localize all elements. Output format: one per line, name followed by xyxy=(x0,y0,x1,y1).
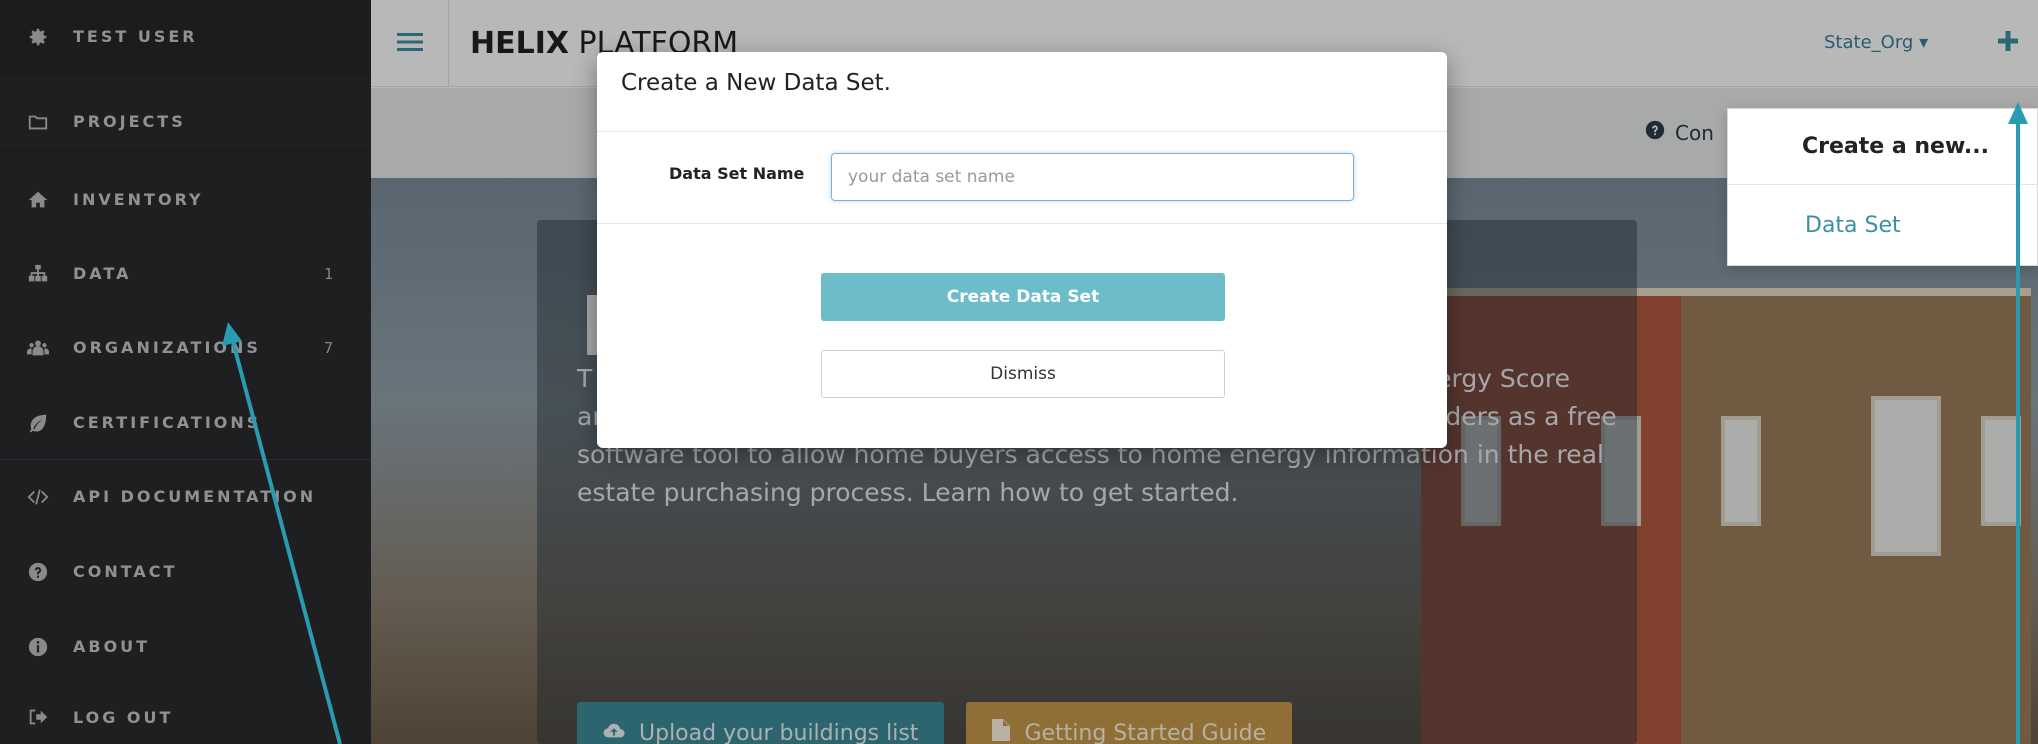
contact-link[interactable]: Con xyxy=(1645,120,1714,145)
create-new-dropdown: Create a new... Data Set xyxy=(1727,108,2038,266)
sidebar-item-label: TEST USER xyxy=(73,27,198,46)
data-set-name-label: Data Set Name xyxy=(669,164,805,183)
sidebar-item-test-user[interactable]: TEST USER xyxy=(0,0,371,74)
organization-selector[interactable]: State_Org ▾ xyxy=(1824,32,1928,53)
sidebar-item-label: INVENTORY xyxy=(73,190,204,209)
create-data-set-button[interactable]: Create Data Set xyxy=(821,273,1225,321)
add-new-button[interactable] xyxy=(1991,26,2025,60)
brand-bold: HELIX xyxy=(470,26,570,61)
organization-name: State_Org xyxy=(1824,32,1914,53)
sidebar-divider xyxy=(0,459,371,460)
leaf-icon xyxy=(27,412,49,434)
sidebar-item-organizations[interactable]: ORGANIZATIONS 7 xyxy=(0,313,371,383)
sidebar-item-label: PROJECTS xyxy=(73,112,186,131)
sidebar-item-inventory[interactable]: INVENTORY xyxy=(0,165,371,235)
house-window xyxy=(1871,396,1941,556)
hamburger-icon xyxy=(396,31,423,57)
users-icon xyxy=(27,337,49,359)
dismiss-button[interactable]: Dismiss xyxy=(821,350,1225,398)
upload-buildings-label: Upload your buildings list xyxy=(639,720,919,744)
organizations-count-badge: 7 xyxy=(323,338,333,357)
hero-buttons: Upload your buildings list Getting Start… xyxy=(577,702,1293,744)
code-icon xyxy=(27,486,49,508)
folder-icon xyxy=(27,111,49,133)
sitemap-icon xyxy=(27,263,49,285)
gear-icon xyxy=(27,26,49,48)
sidebar-item-label: API DOCUMENTATION xyxy=(73,487,317,506)
create-data-set-modal: Create a New Data Set. Data Set Name Cre… xyxy=(597,52,1447,448)
getting-started-guide-button[interactable]: Getting Started Guide xyxy=(966,702,1293,744)
house-window xyxy=(1981,416,2021,526)
upload-buildings-button[interactable]: Upload your buildings list xyxy=(577,702,945,744)
house-window xyxy=(1721,416,1761,526)
plus-icon xyxy=(1998,31,2018,55)
sidebar-item-api-documentation[interactable]: API DOCUMENTATION xyxy=(0,462,371,532)
home-icon xyxy=(27,189,49,211)
chevron-down-icon: ▾ xyxy=(1919,32,1929,53)
sidebar: TEST USER PROJECTS INVENTORY DATA 1 ORGA… xyxy=(0,0,371,744)
data-count-badge: 1 xyxy=(323,264,333,283)
sign-out-icon xyxy=(27,706,49,728)
sidebar-item-label: CONTACT xyxy=(73,562,178,581)
file-text-icon xyxy=(992,719,1011,744)
menu-toggle-button[interactable] xyxy=(371,0,449,87)
getting-started-guide-label: Getting Started Guide xyxy=(1024,720,1267,744)
modal-body-divider xyxy=(597,223,1447,224)
sidebar-item-about[interactable]: ABOUT xyxy=(0,612,371,682)
sidebar-item-label: CERTIFICATIONS xyxy=(73,413,262,432)
question-circle-icon xyxy=(27,561,49,583)
info-circle-icon xyxy=(27,636,49,658)
sidebar-item-label: LOG OUT xyxy=(73,707,174,727)
sidebar-item-label: ORGANIZATIONS xyxy=(73,338,261,357)
sidebar-item-data[interactable]: DATA 1 xyxy=(0,239,371,309)
sidebar-item-certifications[interactable]: CERTIFICATIONS xyxy=(0,388,371,458)
modal-title: Create a New Data Set. xyxy=(621,70,891,96)
cloud-upload-icon xyxy=(603,721,625,744)
question-circle-icon xyxy=(1645,120,1665,145)
dropdown-heading: Create a new... xyxy=(1728,109,2037,185)
dropdown-item-data-set[interactable]: Data Set xyxy=(1728,185,2037,265)
data-set-name-input[interactable] xyxy=(831,153,1354,201)
contact-link-label: Con xyxy=(1675,120,1714,145)
sidebar-item-contact[interactable]: CONTACT xyxy=(0,537,371,607)
sidebar-item-projects[interactable]: PROJECTS xyxy=(0,92,371,152)
sidebar-item-label: ABOUT xyxy=(73,637,151,656)
house-image-right xyxy=(1681,288,2031,744)
sidebar-item-log-out[interactable]: LOG OUT xyxy=(0,690,371,744)
sidebar-item-label: DATA xyxy=(73,264,132,283)
modal-header-divider xyxy=(597,131,1447,132)
